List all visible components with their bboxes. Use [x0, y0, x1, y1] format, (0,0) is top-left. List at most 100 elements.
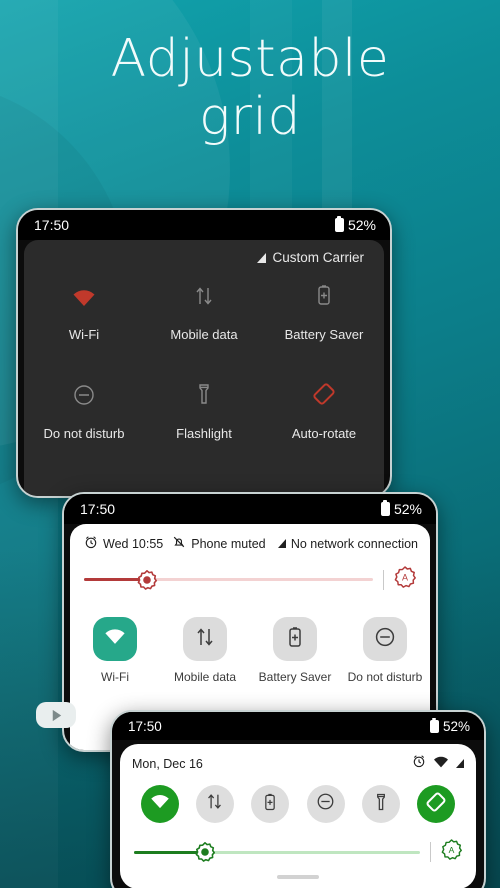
phone2-tile-mobile-data[interactable]: Mobile data: [160, 617, 250, 684]
phone2-network-group[interactable]: No network connection: [277, 537, 418, 551]
bell-muted-icon: [172, 535, 186, 552]
phone2-tile-grid: Wi-Fi Mobile data Battery Saver Do not d…: [70, 617, 430, 684]
phone2-brightness-row[interactable]: A: [70, 552, 430, 593]
phone3-brightness-slider[interactable]: [134, 842, 420, 862]
phone2-status-bar: 17:50 52%: [64, 494, 436, 524]
flashlight-icon: [197, 382, 211, 406]
phone2-volume-button[interactable]: [62, 594, 63, 646]
phone3-tile-grid: [132, 785, 464, 823]
phone1-tile-auto-rotate[interactable]: Auto-rotate: [264, 382, 384, 441]
wifi-icon: [72, 283, 96, 307]
phone2-mute-group[interactable]: Phone muted: [172, 535, 266, 552]
phone1-tile-grid: Wi-Fi Mobile data Battery Saver Do not d…: [24, 283, 384, 441]
phone1-status-time: 17:50: [34, 217, 70, 233]
phone3-tile-mobile-data[interactable]: [195, 785, 234, 823]
do-not-disturb-icon: [316, 792, 335, 816]
phone1-tile-label: Wi-Fi: [68, 327, 100, 342]
phone3-brightness-row[interactable]: A: [132, 823, 464, 865]
phone1-volume-button[interactable]: [16, 376, 17, 432]
phone1-tile-label: Auto-rotate: [291, 426, 357, 441]
phone2-tile-label: Mobile data: [173, 670, 237, 684]
phone1-carrier-row: Custom Carrier: [24, 240, 384, 265]
phone2-tile-label: Battery Saver: [258, 670, 332, 684]
battery-saver-icon: [287, 625, 303, 654]
phone3-tile-wifi[interactable]: [140, 785, 179, 823]
phone2-tile-wifi-button[interactable]: [93, 617, 137, 661]
phone2-status-right: 52%: [380, 501, 422, 517]
signal-triangle-icon: [277, 539, 286, 548]
signal-triangle-icon: [257, 252, 267, 263]
phone1-tile-wifi[interactable]: Wi-Fi: [24, 283, 144, 342]
phone2-tile-wifi[interactable]: Wi-Fi: [70, 617, 160, 684]
battery-saver-icon: [263, 792, 277, 817]
phone2-alarm-group[interactable]: Wed 10:55: [84, 535, 163, 552]
phone1-tile-label: Mobile data: [170, 327, 238, 342]
wifi-icon: [104, 628, 126, 650]
phone3-tile-auto-rotate[interactable]: [417, 785, 456, 823]
phone3-tile-battery-saver[interactable]: [251, 785, 290, 823]
phone2-battery-percent: 52%: [393, 501, 422, 517]
wifi-icon: [433, 755, 449, 773]
phone3-tile-flashlight[interactable]: [361, 785, 400, 823]
phone3-card-header: Mon, Dec 16: [132, 754, 464, 773]
auto-rotate-icon: [312, 382, 336, 406]
auto-brightness-icon[interactable]: A: [441, 839, 462, 865]
phone1-status-right: 52%: [334, 217, 376, 233]
phone1-side-button[interactable]: [16, 330, 17, 364]
battery-saver-icon: [316, 283, 332, 307]
phone1-quick-settings-panel: Custom Carrier Wi-Fi Mobile data Battery…: [24, 240, 384, 496]
phone2-alarm-text: Wed 10:55: [103, 536, 164, 551]
mobile-data-icon: [194, 283, 214, 307]
auto-brightness-icon[interactable]: A: [394, 566, 416, 593]
phone3-screen: 17:50 52% Mon, Dec 16 A: [112, 712, 484, 888]
phone2-brightness-slider[interactable]: [84, 569, 373, 590]
phone3-quick-settings-card: Mon, Dec 16 A: [120, 744, 476, 888]
battery-icon: [429, 719, 439, 733]
page-title-line-1: Adjustable: [110, 29, 390, 89]
phone2-info-row: Wed 10:55 Phone muted No network connect…: [70, 524, 430, 552]
phone2-tile-battery-saver-button[interactable]: [273, 617, 317, 661]
phone1-status-bar: 17:50 52%: [18, 210, 390, 240]
alarm-clock-icon: [412, 754, 426, 773]
phone2-tile-battery-saver[interactable]: Battery Saver: [250, 617, 340, 684]
phone2-tile-mobile-data-button[interactable]: [183, 617, 227, 661]
phone2-tile-do-not-disturb-button[interactable]: [363, 617, 407, 661]
alarm-clock-icon: [84, 535, 98, 552]
phone3-tile-do-not-disturb[interactable]: [306, 785, 345, 823]
phone1-tile-mobile-data[interactable]: Mobile data: [144, 283, 264, 342]
wifi-icon: [150, 794, 170, 814]
phone3-date-label: Mon, Dec 16: [132, 756, 203, 771]
phone3-status-icons: [412, 754, 464, 773]
battery-icon: [334, 218, 344, 232]
svg-text:A: A: [449, 845, 455, 855]
phone-mockup-light-6col: 17:50 52% Mon, Dec 16 A: [110, 710, 486, 888]
auto-rotate-icon: [425, 791, 447, 818]
phone1-tile-label: Do not disturb: [43, 426, 125, 441]
phone3-status-bar: 17:50 52%: [112, 712, 484, 740]
do-not-disturb-icon: [73, 382, 95, 406]
phone1-tile-battery-saver[interactable]: Battery Saver: [264, 283, 384, 342]
phone1-tile-label: Battery Saver: [284, 327, 364, 342]
phone1-tile-do-not-disturb[interactable]: Do not disturb: [24, 382, 144, 441]
phone1-battery-percent: 52%: [347, 217, 376, 233]
phone1-screen: 17:50 52% Custom Carrier Wi-Fi Mobile da…: [18, 210, 390, 496]
phone3-slider-divider: [429, 842, 431, 862]
phone3-side-button[interactable]: [110, 758, 111, 784]
phone2-slider-divider: [382, 569, 384, 590]
phone2-side-button[interactable]: [62, 552, 63, 582]
phone2-brightness-thumb[interactable]: [137, 569, 158, 590]
phone3-volume-button[interactable]: [110, 796, 111, 842]
flashlight-icon: [375, 792, 387, 817]
phone1-tile-flashlight[interactable]: Flashlight: [144, 382, 264, 441]
phone1-carrier-label: Custom Carrier: [272, 250, 364, 265]
drag-handle[interactable]: [277, 875, 319, 879]
phone2-mute-text: Phone muted: [191, 536, 266, 551]
phone2-tile-do-not-disturb[interactable]: Do not disturb: [340, 617, 430, 684]
page-title-line-2: grid: [198, 87, 302, 147]
phone2-tile-label: Wi-Fi: [101, 670, 129, 684]
phone3-brightness-thumb[interactable]: [195, 842, 216, 862]
phone1-tile-label: Flashlight: [176, 426, 232, 441]
phone3-status-right: 52%: [429, 719, 470, 734]
mobile-data-icon: [195, 626, 215, 653]
play-icon[interactable]: [36, 702, 76, 728]
